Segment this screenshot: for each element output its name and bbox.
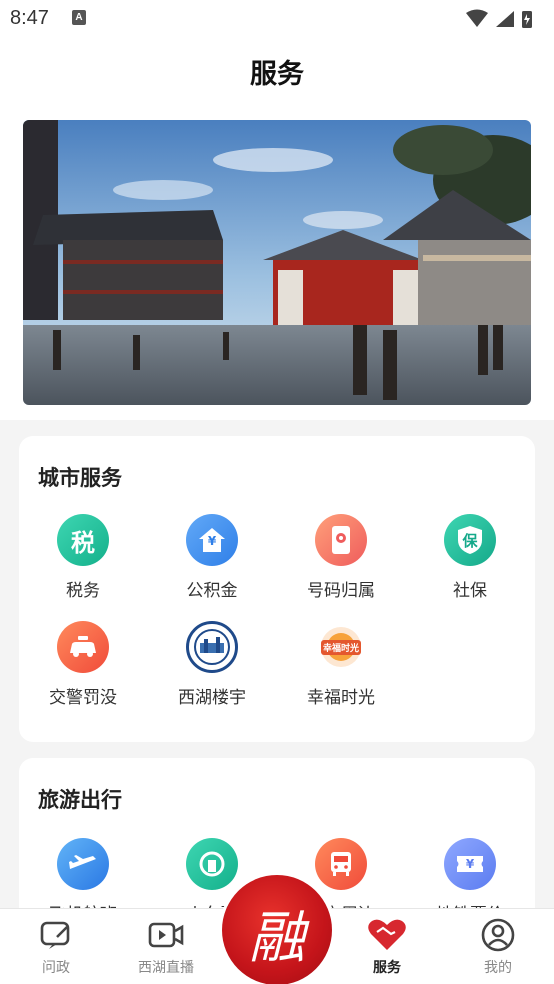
tab-label: 西湖直播 — [138, 960, 194, 976]
header: 服务 — [0, 38, 554, 102]
user-icon — [443, 915, 553, 955]
phone-location-icon — [315, 514, 367, 566]
tax-icon: 税 — [57, 514, 109, 566]
travel-title: 旅游出行 — [38, 788, 122, 812]
xihu-building-icon — [186, 621, 238, 673]
status-bar: 8:47 A — [0, 0, 554, 38]
rong-logo-icon: 融 — [249, 906, 305, 971]
service-tax[interactable]: 税 税务 — [19, 514, 147, 601]
service-traffic-police[interactable]: 交警罚没 — [19, 621, 147, 708]
traffic-police-icon — [57, 621, 109, 673]
service-label: 税务 — [66, 581, 100, 601]
status-icons — [464, 9, 544, 33]
bus-icon — [315, 838, 367, 890]
center-rong-button[interactable]: 融 — [222, 875, 332, 984]
service-label: 西湖楼宇 — [178, 688, 246, 708]
service-housing-fund[interactable]: ¥ 公积金 — [148, 514, 276, 601]
chat-edit-icon — [1, 915, 111, 955]
metro-ticket-icon: ¥ — [444, 838, 496, 890]
service-xihu-building[interactable]: 西湖楼宇 — [148, 621, 276, 708]
service-label: 公积金 — [186, 581, 238, 601]
happy-time-icon: 幸福时光 — [315, 621, 367, 673]
service-label: 交警罚没 — [49, 688, 117, 708]
housing-fund-icon: ¥ — [186, 514, 238, 566]
signal-icon — [496, 11, 514, 27]
status-time: 8:47 — [10, 7, 49, 29]
tab-label: 问政 — [42, 960, 70, 976]
tab-service[interactable]: 服务 — [332, 909, 442, 977]
service-happy-time[interactable]: 幸福时光 幸福时光 — [277, 621, 405, 708]
wifi-icon — [466, 9, 488, 27]
page-title: 服务 — [250, 59, 304, 90]
service-label: 幸福时光 — [307, 688, 375, 708]
city-services-title: 城市服务 — [38, 466, 122, 490]
tab-mine[interactable]: 我的 — [443, 909, 553, 977]
service-label: 号码归属 — [307, 581, 375, 601]
tab-label: 服务 — [373, 960, 401, 976]
social-security-icon: 保 — [444, 514, 496, 566]
service-social-security[interactable]: 保 社保 — [406, 514, 534, 601]
banner-image[interactable] — [23, 120, 531, 405]
service-label: 社保 — [453, 581, 487, 601]
banner-section — [0, 102, 554, 420]
service-phone-location[interactable]: 号码归属 — [277, 514, 405, 601]
tab-xihu-live[interactable]: 西湖直播 — [111, 909, 221, 977]
city-services-card: 城市服务 税 税务 ¥ 公积金 号码归属 保 社保 交警罚没 西湖楼宇 幸福时光… — [19, 436, 535, 742]
heart-handshake-icon — [332, 915, 442, 955]
tab-label: 我的 — [484, 960, 512, 976]
airplane-icon — [57, 838, 109, 890]
notification-a-icon: A — [72, 10, 86, 25]
train-icon — [186, 838, 238, 890]
tab-wenzheng[interactable]: 问政 — [1, 909, 111, 977]
video-icon — [111, 915, 221, 955]
